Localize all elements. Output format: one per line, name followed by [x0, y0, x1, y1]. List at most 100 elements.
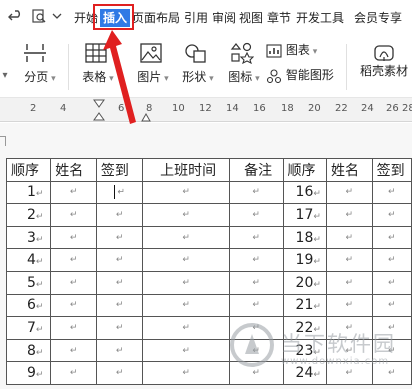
menu-review[interactable]: 审阅 [212, 10, 236, 26]
smartart-icon [266, 68, 282, 83]
shape-dropdown[interactable]: 形状 ▾ [176, 70, 220, 84]
order-cell[interactable]: 7↵ [5, 316, 52, 340]
ruler-number: 22 [335, 103, 348, 114]
order-cell[interactable]: 8↵ [5, 338, 52, 363]
order-cell[interactable]: 6↵ [5, 293, 52, 318]
chevron-down-icon[interactable]: ▾ [0, 70, 10, 81]
paging-button[interactable] [18, 42, 52, 64]
work-time-cell[interactable]: ↵ [142, 180, 230, 205]
order-cell-2[interactable]: 16↵ [282, 180, 327, 205]
icon-library-dropdown[interactable]: 图标 ▾ [222, 70, 266, 84]
remarks-cell[interactable]: ↵ [228, 225, 284, 250]
order-cell[interactable]: 1↵ [5, 180, 52, 205]
order-cell[interactable]: 4↵ [5, 248, 52, 272]
menu-chapter[interactable]: 章节 [267, 10, 291, 26]
row-number: 4 [27, 252, 36, 269]
print-preview-icon[interactable] [31, 8, 47, 24]
paragraph-mark: ↵ [69, 300, 78, 311]
chevron-down-icon[interactable] [52, 8, 62, 24]
signin-cell-2[interactable]: ↵ [371, 293, 412, 318]
remarks-cell[interactable]: ↵ [228, 248, 284, 272]
name-cell-2[interactable]: ↵ [325, 180, 373, 205]
menu-page-layout[interactable]: 页面布局 [132, 10, 180, 26]
page-margin-mark [0, 136, 6, 146]
order-cell-2[interactable]: 18↵ [282, 225, 327, 250]
remarks-cell[interactable]: ↵ [228, 203, 284, 227]
name-cell[interactable]: ↵ [50, 361, 97, 385]
paging-dropdown[interactable]: 分页 ▾ [18, 70, 62, 84]
work-time-cell[interactable]: ↵ [142, 270, 230, 295]
name-cell-2[interactable]: ↵ [325, 248, 373, 272]
icon-library-button[interactable] [224, 42, 260, 64]
name-cell[interactable]: ↵ [50, 225, 97, 250]
work-time-cell[interactable]: ↵ [142, 338, 230, 363]
order-cell[interactable]: 9↵ [5, 361, 52, 385]
name-cell[interactable]: ↵ [50, 203, 97, 227]
order-cell[interactable]: 5↵ [5, 270, 52, 295]
signin-cell[interactable]: ↵ [95, 180, 144, 205]
smartart-button[interactable]: 智能图形 [266, 68, 346, 83]
chart-button[interactable]: 图表 ▾ [266, 43, 334, 58]
signin-cell[interactable]: ↵ [95, 293, 144, 318]
header-work-time[interactable]: 上班时间 [142, 158, 230, 182]
remarks-cell[interactable]: ↵ [228, 293, 284, 318]
header-order[interactable]: 顺序 [5, 158, 52, 182]
signin-cell[interactable]: ↵ [95, 225, 144, 250]
paragraph-mark: ↵ [115, 255, 124, 266]
remarks-cell[interactable]: ↵ [228, 270, 284, 295]
name-cell[interactable]: ↵ [50, 338, 97, 363]
name-cell[interactable]: ↵ [50, 180, 97, 205]
menu-developer[interactable]: 开发工具 [296, 10, 344, 26]
signin-cell[interactable]: ↵ [95, 203, 144, 227]
menu-view[interactable]: 视图 [239, 10, 263, 26]
name-cell-2[interactable]: ↵ [325, 270, 373, 295]
signin-cell[interactable]: ↵ [95, 316, 144, 340]
signin-cell[interactable]: ↵ [95, 270, 144, 295]
header-name[interactable]: 姓名 [50, 158, 97, 182]
undo-icon[interactable] [8, 8, 24, 24]
work-time-cell[interactable]: ↵ [142, 225, 230, 250]
name-cell-2[interactable]: ↵ [325, 293, 373, 318]
material-button[interactable]: 稻壳素材 [356, 42, 412, 78]
header-remarks[interactable]: 备注 [228, 158, 284, 182]
order-cell-2[interactable]: 20↵ [282, 270, 327, 295]
order-cell[interactable]: 3↵ [5, 225, 52, 250]
menu-membership[interactable]: 会员专享 [354, 10, 402, 26]
signin-cell[interactable]: ↵ [95, 248, 144, 272]
header-name-2[interactable]: 姓名 [325, 158, 373, 182]
header-order-2[interactable]: 顺序 [282, 158, 327, 182]
order-cell[interactable]: 2↵ [5, 203, 52, 227]
signin-cell[interactable]: ↵ [95, 361, 144, 385]
signin-cell-2[interactable]: ↵ [371, 203, 412, 227]
header-signin[interactable]: 签到 [95, 158, 144, 182]
work-time-cell[interactable]: ↵ [142, 203, 230, 227]
horizontal-ruler[interactable]: 2 4 6 8 10 12 14 16 18 20 22 24 26 28 [0, 98, 412, 122]
name-cell-2[interactable]: ↵ [325, 225, 373, 250]
work-time-cell[interactable]: ↵ [142, 248, 230, 272]
work-time-cell[interactable]: ↵ [142, 316, 230, 340]
name-cell-2[interactable]: ↵ [325, 203, 373, 227]
order-cell-2[interactable]: 19↵ [282, 248, 327, 272]
signin-cell-2[interactable]: ↵ [371, 248, 412, 272]
menu-references[interactable]: 引用 [184, 10, 208, 26]
ruler-number: 24 [361, 103, 374, 114]
name-cell[interactable]: ↵ [50, 248, 97, 272]
paragraph-mark: ↵ [388, 300, 396, 311]
paragraph-mark: ↵ [69, 209, 78, 220]
signin-cell-2[interactable]: ↵ [371, 225, 412, 250]
order-cell-2[interactable]: 21↵ [282, 293, 327, 318]
work-time-cell[interactable]: ↵ [142, 293, 230, 318]
shape-button[interactable] [176, 42, 216, 64]
paragraph-mark: ↵ [117, 187, 125, 198]
order-cell-2[interactable]: 17↵ [282, 203, 327, 227]
paragraph-mark: ↵ [182, 255, 190, 266]
signin-cell-2[interactable]: ↵ [371, 180, 412, 205]
signin-cell[interactable]: ↵ [95, 338, 144, 363]
header-signin-2[interactable]: 签到 [371, 158, 412, 182]
remarks-cell[interactable]: ↵ [228, 180, 284, 205]
name-cell[interactable]: ↵ [50, 316, 97, 340]
signin-cell-2[interactable]: ↵ [371, 270, 412, 295]
name-cell[interactable]: ↵ [50, 293, 97, 318]
work-time-cell[interactable]: ↵ [142, 361, 230, 385]
name-cell[interactable]: ↵ [50, 270, 97, 295]
